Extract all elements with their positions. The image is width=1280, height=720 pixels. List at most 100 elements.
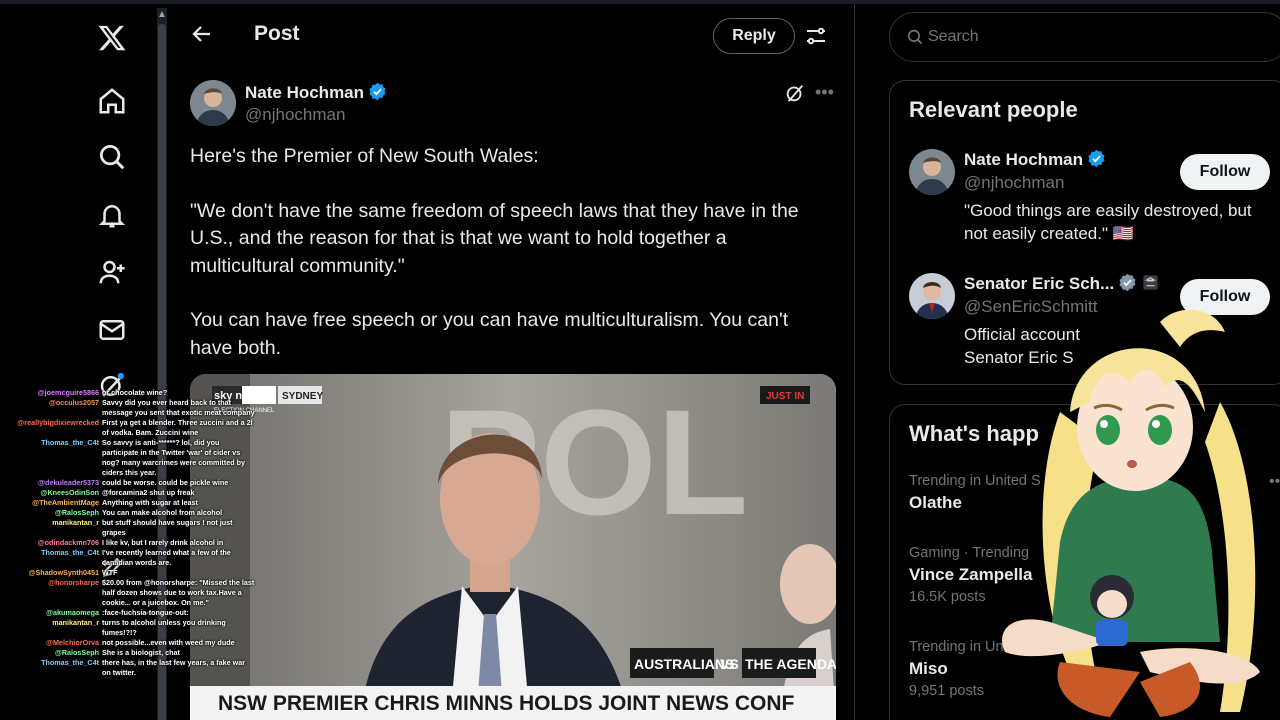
person-avatar[interactable] xyxy=(909,273,955,319)
chat-text: I've recently learned what a few of the … xyxy=(102,548,231,567)
x-logo-icon[interactable] xyxy=(94,20,130,56)
chat-text: there has, in the last few years, a fake… xyxy=(102,658,246,677)
page-title: Post xyxy=(254,22,300,45)
chat-username: @occulus2057 xyxy=(48,398,99,407)
video-frame: POL sky news SYDNEY ELECTION CHANNEL JUS… xyxy=(190,374,836,720)
reply-button[interactable]: Reply xyxy=(713,18,795,54)
vtuber-avatar xyxy=(990,292,1280,720)
chat-username: manikantan_r xyxy=(52,518,99,527)
chat-username: @TheAmbientMage xyxy=(32,498,99,507)
chat-text: She is a biologist, chat xyxy=(102,648,180,657)
chat-username: @reallybigdixiewrecked xyxy=(17,418,99,427)
post-text: Here's the Premier of New South Wales: "… xyxy=(190,143,830,389)
chat-text: not possible...even with weed my dude xyxy=(102,638,235,647)
chat-username: Thomas_the_C4t xyxy=(41,548,99,557)
just-in-badge: JUST IN xyxy=(766,391,804,402)
chat-username: @ShadowSynth0451 xyxy=(28,568,99,577)
post-video[interactable]: POL sky news SYDNEY ELECTION CHANNEL JUS… xyxy=(190,374,836,720)
chat-username: @joemcguire5866 xyxy=(37,388,99,397)
messages-icon[interactable] xyxy=(94,312,130,348)
chat-message: @KneesOdinSon @forcamina2 shut up freak xyxy=(10,488,255,498)
grok-explain-icon[interactable] xyxy=(784,82,806,104)
relevant-people-title: Relevant people xyxy=(909,97,1078,122)
chat-message: @honorsharpe $20.00 from @honorsharpe: "M… xyxy=(10,578,255,608)
reply-settings-icon[interactable] xyxy=(804,24,828,48)
person-name[interactable]: Senator Eric Sch... xyxy=(964,273,1160,294)
chat-message: @RalosSeph You can make alcohol from alco… xyxy=(10,508,255,518)
chat-text: So savvy is anti-******? lol, did you pa… xyxy=(102,438,245,477)
author-handle[interactable]: @njhochman xyxy=(245,105,345,125)
chat-text: turns to alcohol unless you drinking fum… xyxy=(102,618,226,637)
home-icon[interactable] xyxy=(94,83,130,119)
person-name-text[interactable]: Nate Hochman xyxy=(964,150,1083,169)
post-paragraph: Here's the Premier of New South Wales: xyxy=(190,145,539,167)
explore-icon[interactable] xyxy=(94,139,130,175)
verified-badge-icon xyxy=(1088,149,1105,168)
author-name-text[interactable]: Nate Hochman xyxy=(245,83,364,102)
verified-badge-icon xyxy=(369,82,386,101)
person-bio: "Good things are easily destroyed, but n… xyxy=(964,201,1252,243)
chat-text: could be worse. could be pickle wine xyxy=(102,478,229,487)
chat-text: @forcamina2 shut up freak xyxy=(102,488,195,497)
back-arrow-icon[interactable] xyxy=(190,22,214,46)
chat-message: @MelchiorOrva not possible...even with we… xyxy=(10,638,255,648)
author-avatar[interactable] xyxy=(190,80,236,126)
chat-message: Thomas_the_C4t there has, in the last few… xyxy=(10,658,255,678)
chat-message: Thomas_the_C4t So savvy is anti-******? l… xyxy=(10,438,255,478)
post-paragraph: "We don't have the same freedom of speec… xyxy=(190,199,799,277)
chat-message: @ShadowSynth0451 WTF xyxy=(10,568,255,578)
chat-username: @honorsharpe xyxy=(48,578,99,587)
search-icon xyxy=(907,29,923,45)
person-name[interactable]: Nate Hochman xyxy=(964,149,1106,170)
chat-message: @RalosSeph She is a biologist, chat xyxy=(10,648,255,658)
chat-username: @RalosSeph xyxy=(54,648,99,657)
search-box[interactable] xyxy=(889,12,1280,62)
chat-message: @TheAmbientMage Anything with sugar at le… xyxy=(10,498,255,508)
chat-text: or chocolate wine? xyxy=(102,388,168,397)
chat-message: @occulus2057 Savvy did you ever heard bac… xyxy=(10,398,255,418)
chat-text: I like kv, but I rarely drink alcohol in xyxy=(102,538,224,547)
chat-message: @akumaomega:face-fuchsia-tongue-out: xyxy=(10,608,255,618)
chat-text: Savvy did you ever heard back to that me… xyxy=(102,398,255,417)
government-label-icon xyxy=(1143,275,1158,290)
chat-message: @dekuleader5373 could be worse. could be … xyxy=(10,478,255,488)
person-handle[interactable]: @njhochman xyxy=(964,173,1064,193)
location-label: SYDNEY xyxy=(282,391,323,402)
chat-username: Thomas_the_C4t xyxy=(41,658,99,667)
post-header: Post Reply xyxy=(172,4,855,64)
follow-button[interactable]: Follow xyxy=(1180,154,1270,190)
scroll-up-icon[interactable]: ▲ xyxy=(157,8,167,22)
chat-username: @MelchiorOrva xyxy=(46,638,99,647)
chat-message: @odindackmn706 I like kv, but I rarely dr… xyxy=(10,538,255,548)
person-avatar[interactable] xyxy=(909,149,955,195)
follow-icon[interactable] xyxy=(94,254,130,290)
chat-username: @akumaomega xyxy=(46,608,99,617)
chat-text: :face-fuchsia-tongue-out: xyxy=(102,608,189,617)
chat-text: but stuff should have sugars ! not just … xyxy=(102,518,233,537)
chat-username: @RalosSeph xyxy=(54,508,99,517)
chat-message: manikantan_r but stuff should have sugars… xyxy=(10,518,255,538)
show-title-right: THE AGENDA xyxy=(745,656,836,672)
chat-username: Thomas_the_C4t xyxy=(41,438,99,447)
main-column: Post Reply Nate Hochman @njhochman ••• H… xyxy=(172,4,855,720)
more-options-icon[interactable]: ••• xyxy=(815,82,837,104)
chat-message: manikantan_r turns to alcohol unless you … xyxy=(10,618,255,638)
chat-username: @odindackmn706 xyxy=(37,538,99,547)
verified-gray-badge-icon xyxy=(1119,273,1136,292)
search-input[interactable] xyxy=(928,25,1228,49)
chat-message: Thomas_the_C4t I've recently learned what… xyxy=(10,548,255,568)
author-name[interactable]: Nate Hochman xyxy=(245,82,387,103)
chat-username: @KneesOdinSon xyxy=(40,488,99,497)
chat-text: WTF xyxy=(102,568,118,577)
chat-message: @reallybigdixiewrecked First ya get a ble… xyxy=(10,418,255,438)
post-paragraph: You can have free speech or you can have… xyxy=(190,309,789,359)
chat-username: manikantan_r xyxy=(52,618,99,627)
news-ticker: NSW PREMIER CHRIS MINNS HOLDS JOINT NEWS… xyxy=(218,692,795,715)
chat-message: @joemcguire5866 or chocolate wine? xyxy=(10,388,255,398)
show-title-vs: VS xyxy=(720,656,739,672)
chat-text: You can make alcohol from alcohol xyxy=(102,508,223,517)
chat-text: Anything with sugar at least xyxy=(102,498,198,507)
stream-chat-overlay: @joemcguire5866 or chocolate wine? @occulu… xyxy=(10,388,255,678)
notifications-icon[interactable] xyxy=(94,197,130,233)
person-name-text[interactable]: Senator Eric Sch... xyxy=(964,274,1114,293)
